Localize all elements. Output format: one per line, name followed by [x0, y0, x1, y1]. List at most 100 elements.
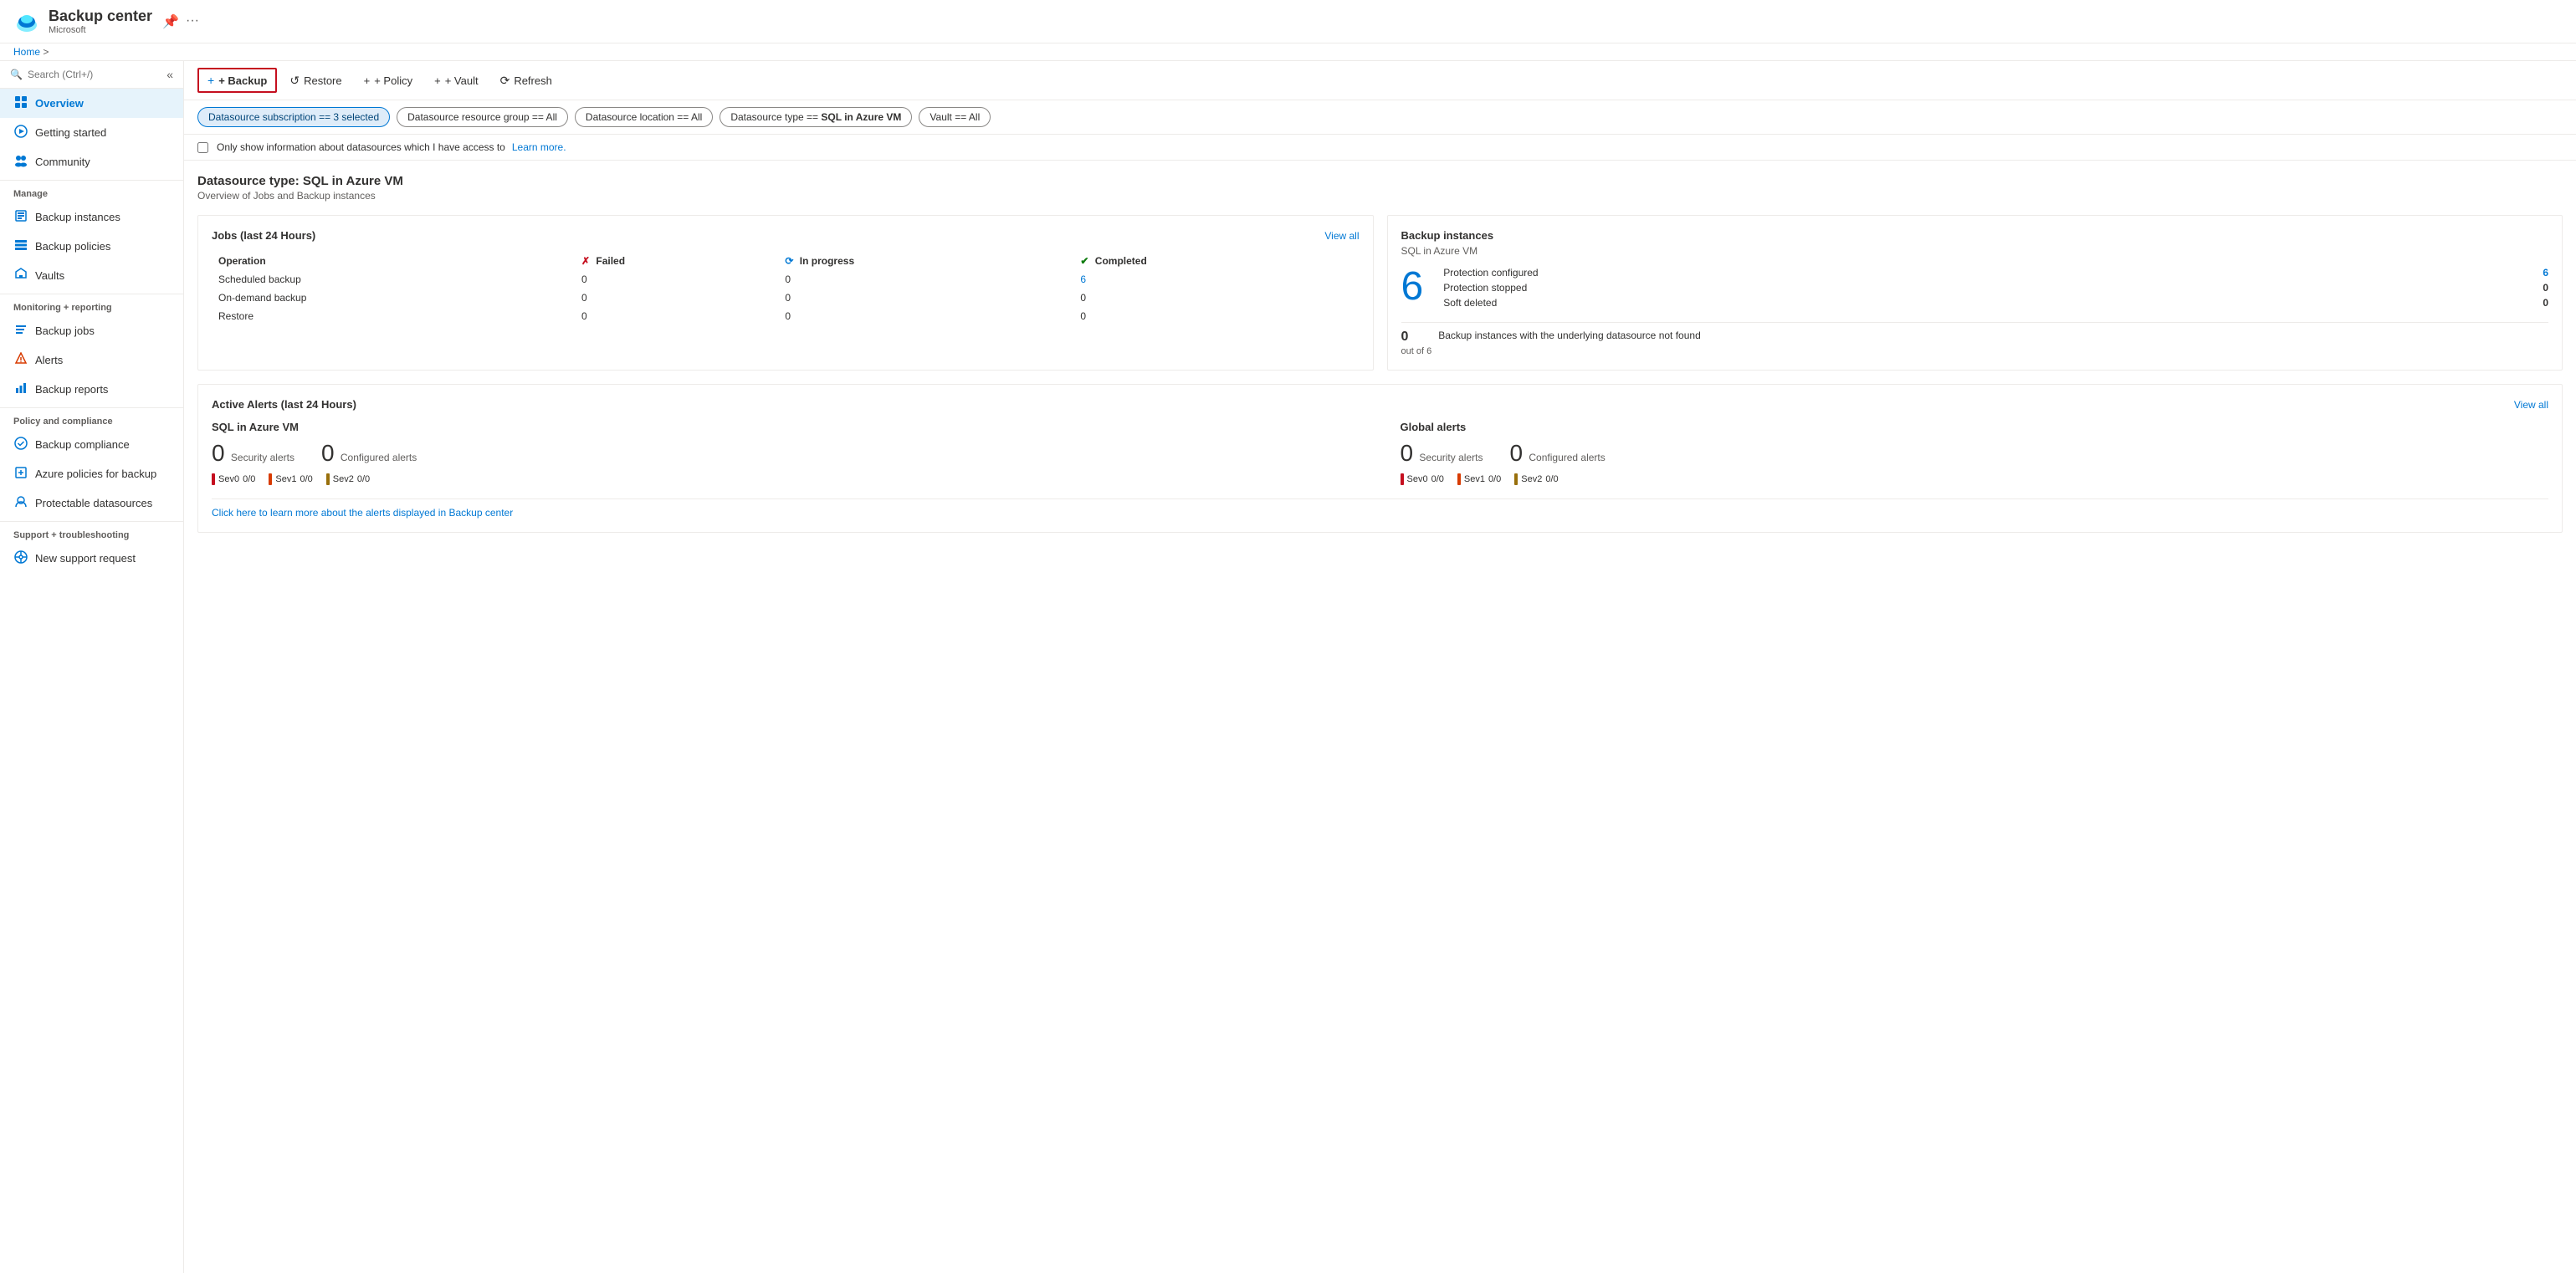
global-sev0: Sev0 0/0 — [1401, 473, 1444, 485]
pin-icon[interactable]: 📌 — [162, 13, 179, 30]
sidebar-item-backup-jobs[interactable]: Backup jobs — [0, 316, 183, 345]
refresh-button[interactable]: ⟳ Refresh — [491, 69, 561, 93]
sidebar-item-label-azure-policies: Azure policies for backup — [35, 468, 156, 480]
alerts-icon — [13, 352, 28, 368]
filter-label-subscription: Datasource subscription == 3 selected — [208, 111, 379, 123]
learn-more-link[interactable]: Learn more. — [512, 141, 566, 153]
main-content: Datasource type: SQL in Azure VM Overvie… — [184, 161, 2576, 546]
monitoring-section-label: Monitoring + reporting — [0, 294, 183, 316]
sidebar-item-community[interactable]: Community — [0, 147, 183, 176]
job-operation: Restore — [212, 307, 575, 325]
global-configured-label: Configured alerts — [1529, 452, 1605, 463]
backup-policies-icon — [13, 238, 28, 254]
access-checkbox[interactable] — [197, 142, 208, 153]
soft-deleted-label: Soft deleted — [1443, 297, 1497, 309]
sidebar-item-alerts[interactable]: Alerts — [0, 345, 183, 375]
job-failed: 0 — [575, 270, 778, 289]
policy-plus-icon: + — [364, 74, 371, 87]
job-failed: 0 — [575, 289, 778, 307]
filter-pill-location[interactable]: Datasource location == All — [575, 107, 713, 127]
global-sev2: Sev2 0/0 — [1514, 473, 1558, 485]
sql-alerts-section: SQL in Azure VM 0 Security alerts 0 Conf… — [212, 421, 1360, 485]
sql-sev0: Sev0 0/0 — [212, 473, 255, 485]
job-inprogress: 0 — [778, 289, 1073, 307]
alerts-view-all-link[interactable]: View all — [2514, 399, 2548, 411]
app-subtitle: Microsoft — [49, 25, 152, 35]
col-in-progress: ⟳ In progress — [778, 252, 1073, 270]
global-configured-count: 0 — [1509, 440, 1523, 466]
global-sev0-value: 0/0 — [1431, 474, 1444, 484]
policy-button[interactable]: + + Policy — [355, 69, 422, 92]
backup-jobs-icon — [13, 323, 28, 339]
search-icon: 🔍 — [10, 69, 23, 80]
sql-sev2-label: Sev2 — [333, 474, 354, 484]
sidebar-search-input[interactable] — [28, 69, 161, 80]
sidebar-item-label-community: Community — [35, 156, 90, 168]
breadcrumb-home[interactable]: Home — [13, 46, 40, 58]
sql-configured-label: Configured alerts — [341, 452, 417, 463]
policy-section-label: Policy and compliance — [0, 407, 183, 430]
sev2-indicator — [326, 473, 330, 485]
app-logo — [13, 8, 40, 35]
sidebar-item-label-protectable: Protectable datasources — [35, 497, 152, 509]
toolbar: + + Backup ↺ Restore + + Policy + + Vaul… — [184, 61, 2576, 100]
access-label: Only show information about datasources … — [217, 141, 505, 153]
filter-label-resource-group: Datasource resource group == All — [407, 111, 557, 123]
sidebar-item-azure-policies[interactable]: Azure policies for backup — [0, 459, 183, 488]
sql-sev1-label: Sev1 — [275, 474, 296, 484]
backup-button[interactable]: + + Backup — [197, 68, 277, 93]
filter-pill-subscription[interactable]: Datasource subscription == 3 selected — [197, 107, 390, 127]
protectable-icon — [13, 495, 28, 511]
sidebar-item-overview[interactable]: Overview — [0, 89, 183, 118]
backup-label: + Backup — [218, 74, 267, 87]
sql-configured-count: 0 — [321, 440, 335, 466]
sidebar-item-backup-reports[interactable]: Backup reports — [0, 375, 183, 404]
filter-pill-datasource-type[interactable]: Datasource type == SQL in Azure VM — [720, 107, 912, 127]
job-failed: 0 — [575, 307, 778, 325]
sidebar-item-backup-compliance[interactable]: Backup compliance — [0, 430, 183, 459]
sidebar-item-label-backup-instances: Backup instances — [35, 211, 120, 223]
col-failed: ✗ Failed — [575, 252, 778, 270]
failed-icon: ✗ — [581, 255, 590, 267]
sidebar-item-label-backup-policies: Backup policies — [35, 240, 110, 253]
sidebar-item-backup-policies[interactable]: Backup policies — [0, 232, 183, 261]
info-bar: Only show information about datasources … — [184, 135, 2576, 161]
filter-pill-vault[interactable]: Vault == All — [919, 107, 991, 127]
filter-bar: Datasource subscription == 3 selected Da… — [184, 100, 2576, 135]
sidebar-item-backup-instances[interactable]: Backup instances — [0, 202, 183, 232]
vaults-icon — [13, 268, 28, 284]
vault-button[interactable]: + + Vault — [425, 69, 487, 92]
filter-pill-resource-group[interactable]: Datasource resource group == All — [397, 107, 568, 127]
sidebar-item-protectable[interactable]: Protectable datasources — [0, 488, 183, 518]
job-completed[interactable]: 6 — [1073, 270, 1359, 289]
jobs-view-all-link[interactable]: View all — [1324, 230, 1359, 242]
global-sev1: Sev1 0/0 — [1457, 473, 1501, 485]
ellipsis-icon[interactable]: ··· — [186, 13, 199, 30]
protection-configured-value: 6 — [2543, 267, 2548, 279]
gsev1-indicator — [1457, 473, 1461, 485]
sql-alerts-title: SQL in Azure VM — [212, 421, 1360, 433]
gsev0-indicator — [1401, 473, 1404, 485]
global-sev1-label: Sev1 — [1464, 474, 1485, 484]
manage-section-label: Manage — [0, 180, 183, 202]
global-security-label: Security alerts — [1419, 452, 1483, 463]
sql-sev0-label: Sev0 — [218, 474, 239, 484]
bi-footer-num: 0 — [1401, 330, 1409, 344]
alerts-footer-link[interactable]: Click here to learn more about the alert… — [212, 507, 513, 519]
restore-label: Restore — [304, 74, 342, 87]
sidebar-item-getting-started[interactable]: Getting started — [0, 118, 183, 147]
global-sev0-label: Sev0 — [1407, 474, 1428, 484]
sidebar-item-vaults[interactable]: Vaults — [0, 261, 183, 290]
sql-security-count: 0 — [212, 440, 225, 466]
global-alerts-section: Global alerts 0 Security alerts 0 Config… — [1401, 421, 2549, 485]
jobs-table: Operation ✗ Failed ⟳ In progress — [212, 252, 1360, 325]
bi-footer: 0 out of 6 Backup instances with the und… — [1401, 322, 2549, 356]
sev0-indicator — [212, 473, 215, 485]
sidebar-item-new-support[interactable]: New support request — [0, 544, 183, 573]
backup-plus-icon: + — [207, 74, 214, 87]
job-inprogress: 0 — [778, 270, 1073, 289]
protection-stopped-value: 0 — [2543, 282, 2548, 294]
collapse-icon[interactable]: « — [166, 68, 173, 81]
breadcrumb: Home > — [0, 43, 2576, 61]
restore-button[interactable]: ↺ Restore — [280, 69, 351, 93]
